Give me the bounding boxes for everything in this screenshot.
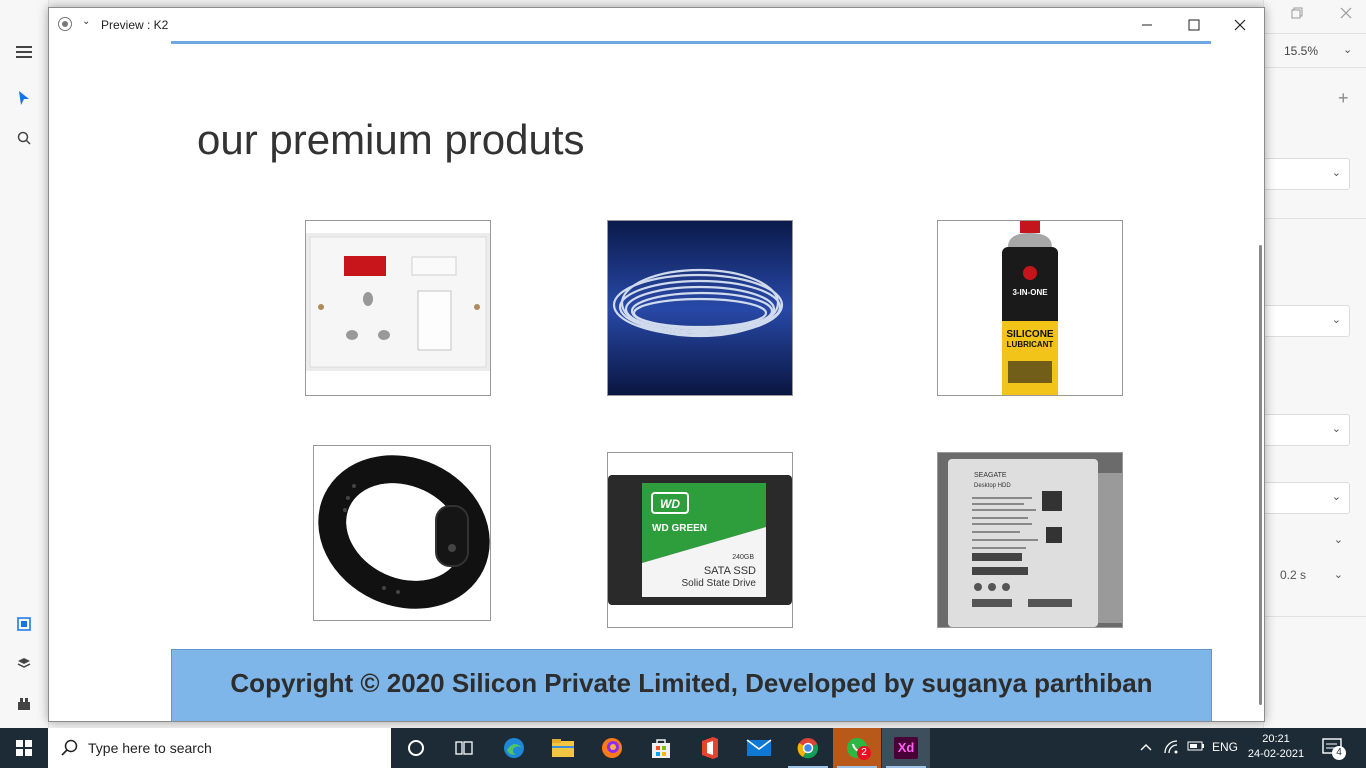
- site-footer: Copyright © 2020 Silicon Private Limited…: [171, 649, 1212, 721]
- close-app-icon[interactable]: [1340, 6, 1352, 24]
- whatsapp-icon[interactable]: 2: [833, 728, 881, 768]
- chevron-down-icon: ⌄: [1331, 423, 1341, 435]
- firefox-icon[interactable]: [588, 728, 636, 768]
- chevron-down-icon[interactable]: ⌄: [1334, 533, 1343, 546]
- system-clock[interactable]: 20:21 24-02-2021: [1246, 732, 1306, 762]
- minimize-icon: [1142, 24, 1152, 25]
- maximize-icon: [1188, 19, 1200, 30]
- section-heading: our premium produts: [197, 116, 585, 163]
- show-hidden-icons-chevron[interactable]: [1140, 740, 1152, 754]
- product-image-wd-green-ssd[interactable]: WD WD GREEN 240GB SATA SSD Solid State D…: [607, 452, 793, 628]
- spray-label-3in1: 3-IN-ONE: [1012, 288, 1048, 297]
- chevron-down-icon[interactable]: ⌄: [82, 16, 90, 27]
- task-view-icon[interactable]: [440, 728, 488, 768]
- file-explorer-icon[interactable]: [539, 728, 587, 768]
- xd-label: Xd: [894, 737, 918, 759]
- record-icon[interactable]: [58, 17, 72, 31]
- transition-duration[interactable]: 0.2 s: [1280, 568, 1306, 582]
- minimize-button[interactable]: [1124, 8, 1170, 41]
- hamburger-menu-icon[interactable]: [14, 42, 34, 62]
- preview-window: ⌄ Preview : K2 our premium produts 3-IN-…: [48, 7, 1265, 722]
- cortana-icon[interactable]: [392, 728, 440, 768]
- property-dropdown-1[interactable]: ⌄: [1264, 158, 1350, 190]
- ssd-capacity-label: 240GB: [732, 554, 754, 561]
- zoom-search-icon[interactable]: [14, 128, 34, 148]
- wifi-icon[interactable]: [1164, 740, 1180, 757]
- hdd-brand-label: SEAGATE: [974, 472, 1007, 479]
- ssd-desc-label: Solid State Drive: [682, 578, 757, 589]
- plugins-icon[interactable]: [14, 694, 34, 714]
- language-indicator[interactable]: ENG: [1212, 740, 1238, 754]
- edge-browser-icon[interactable]: [490, 728, 538, 768]
- mail-icon[interactable]: [735, 728, 783, 768]
- xd-property-inspector: ⌄ ⌄ ⌄ ⌄ ⌄ ⌄: [1263, 0, 1366, 728]
- zoom-level[interactable]: 15.5%: [1284, 44, 1318, 58]
- layers-icon[interactable]: [14, 654, 34, 674]
- xd-left-toolbar: [0, 0, 49, 728]
- start-button[interactable]: [0, 728, 48, 768]
- restore-window-icon[interactable]: [1291, 6, 1303, 24]
- whatsapp-badge: 2: [857, 746, 871, 760]
- product-image-silicone-tube[interactable]: [607, 220, 793, 396]
- property-dropdown-4[interactable]: ⌄: [1264, 482, 1350, 514]
- notification-count: 4: [1332, 746, 1346, 760]
- preview-titlebar: ⌄ Preview : K2: [49, 8, 1264, 41]
- chevron-down-icon[interactable]: ⌄: [1334, 568, 1343, 581]
- copyright-text: Copyright © 2020 Silicon Private Limited…: [230, 668, 1153, 698]
- chevron-down-icon: ⌄: [1331, 167, 1341, 179]
- product-image-silicone-lubricant-spray[interactable]: 3-IN-ONE SILICONE LUBRICANT: [937, 220, 1123, 396]
- spray-label-lubricant: LUBRICANT: [1007, 340, 1054, 349]
- add-plus-icon[interactable]: +: [1338, 88, 1349, 109]
- close-icon: [1234, 19, 1246, 30]
- preview-title: Preview : K2: [101, 18, 169, 32]
- document-assets-icon[interactable]: [14, 614, 34, 634]
- search-icon: [61, 739, 78, 756]
- product-image-seagate-hard-drive[interactable]: SEAGATE Desktop HDD: [937, 452, 1123, 628]
- chevron-down-icon: ⌄: [1331, 491, 1341, 503]
- select-tool-icon[interactable]: [14, 88, 34, 108]
- chrome-icon[interactable]: [784, 728, 832, 768]
- property-dropdown-3[interactable]: ⌄: [1264, 414, 1350, 446]
- ssd-brand-logo: WD: [660, 497, 680, 511]
- chevron-down-icon: ⌄: [1331, 314, 1341, 326]
- clock-time: 20:21: [1262, 733, 1290, 745]
- search-placeholder: Type here to search: [88, 740, 212, 756]
- product-image-switch-socket[interactable]: [305, 220, 491, 396]
- header-bottom-border: [171, 41, 1211, 44]
- microsoft-store-icon[interactable]: [637, 728, 685, 768]
- office-icon[interactable]: [686, 728, 734, 768]
- windows-logo-icon: [16, 740, 32, 756]
- zoom-chevron-icon[interactable]: ⌄: [1343, 43, 1352, 56]
- taskbar-search-box[interactable]: Type here to search: [48, 728, 391, 768]
- ssd-type-label: SATA SSD: [704, 565, 756, 577]
- windows-taskbar: Type here to search 2 Xd ENG 20:21 24-02…: [0, 728, 1366, 768]
- action-center-button[interactable]: 4: [1322, 738, 1346, 763]
- spray-label-silicone: SILICONE: [1006, 329, 1054, 340]
- adobe-xd-icon[interactable]: Xd: [882, 728, 930, 768]
- vertical-scrollbar[interactable]: [1259, 245, 1262, 705]
- clock-date: 24-02-2021: [1247, 748, 1305, 760]
- battery-icon[interactable]: [1187, 740, 1205, 755]
- maximize-button[interactable]: [1171, 8, 1217, 41]
- property-dropdown-2[interactable]: ⌄: [1264, 305, 1350, 337]
- ssd-line-label: WD GREEN: [652, 523, 707, 534]
- hdd-model-label: Desktop HDD: [974, 483, 1011, 489]
- close-button[interactable]: [1217, 8, 1263, 41]
- product-image-fitness-band[interactable]: [313, 445, 491, 621]
